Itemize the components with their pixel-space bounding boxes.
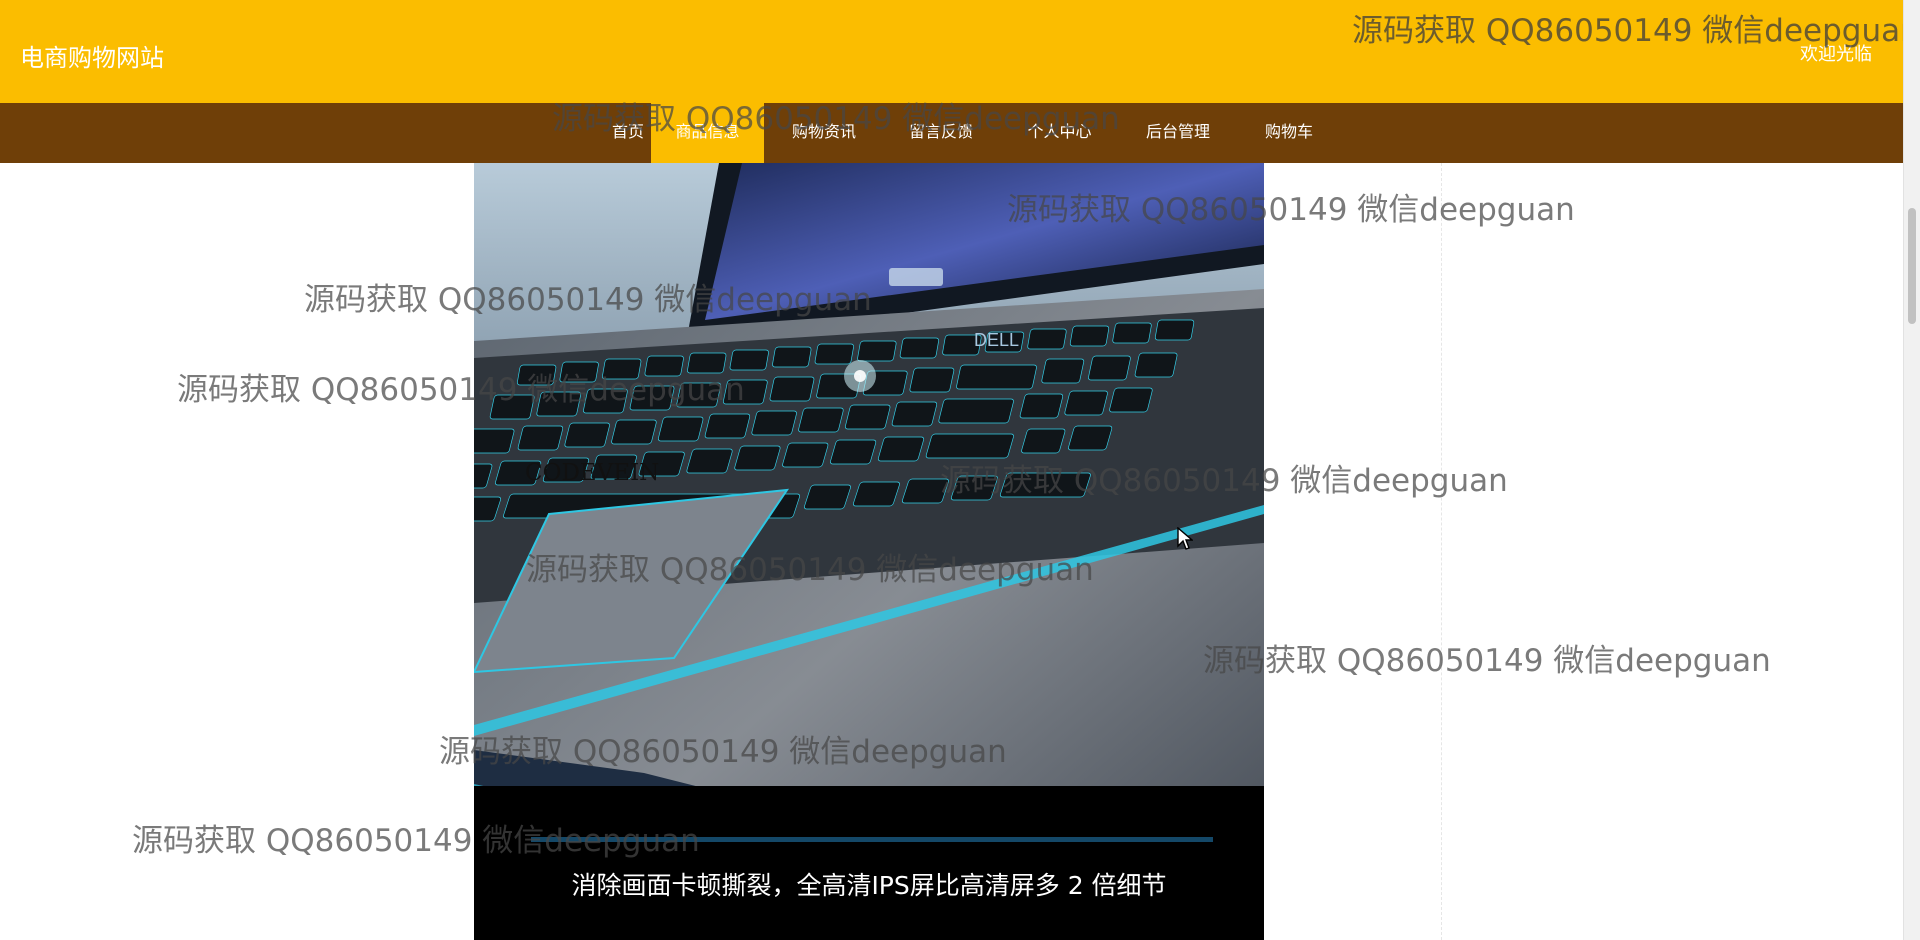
laptop-illustration: CODEVEIN DELL bbox=[474, 163, 1264, 940]
svg-text:CODEVEIN: CODEVEIN bbox=[525, 460, 659, 486]
site-header: 电商购物网站 欢迎光临 bbox=[0, 0, 1904, 103]
svg-text:DELL: DELL bbox=[974, 330, 1019, 350]
nav-item-personal-center[interactable]: 个人中心 bbox=[1001, 103, 1118, 163]
nav-item-admin[interactable]: 后台管理 bbox=[1118, 103, 1238, 163]
welcome-text: 欢迎光临 bbox=[1800, 44, 1872, 65]
product-image: CODEVEIN DELL 消除画面卡顿撕裂，全高清IPS屏比高清屏多 2 倍细… bbox=[474, 163, 1264, 940]
right-guide-line bbox=[1441, 163, 1442, 940]
vertical-scrollbar[interactable] bbox=[1903, 0, 1920, 940]
mouse-cursor-icon bbox=[1177, 527, 1193, 550]
nav-item-products[interactable]: 商品信息 bbox=[651, 103, 764, 163]
product-caption: 消除画面卡顿撕裂，全高清IPS屏比高清屏多 2 倍细节 bbox=[571, 871, 1167, 900]
nav-item-news[interactable]: 购物资讯 bbox=[764, 103, 884, 163]
scrollbar-thumb[interactable] bbox=[1908, 208, 1916, 324]
nav-item-feedback[interactable]: 留言反馈 bbox=[884, 103, 998, 163]
site-title[interactable]: 电商购物网站 bbox=[20, 38, 164, 73]
page: 电商购物网站 欢迎光临 首页 商品信息 购物资讯 留言反馈 个人中心 后台管理 … bbox=[0, 0, 1920, 940]
nav-item-cart[interactable]: 购物车 bbox=[1238, 103, 1340, 163]
main-navigation: 首页 商品信息 购物资讯 留言反馈 个人中心 后台管理 购物车 bbox=[0, 103, 1904, 163]
